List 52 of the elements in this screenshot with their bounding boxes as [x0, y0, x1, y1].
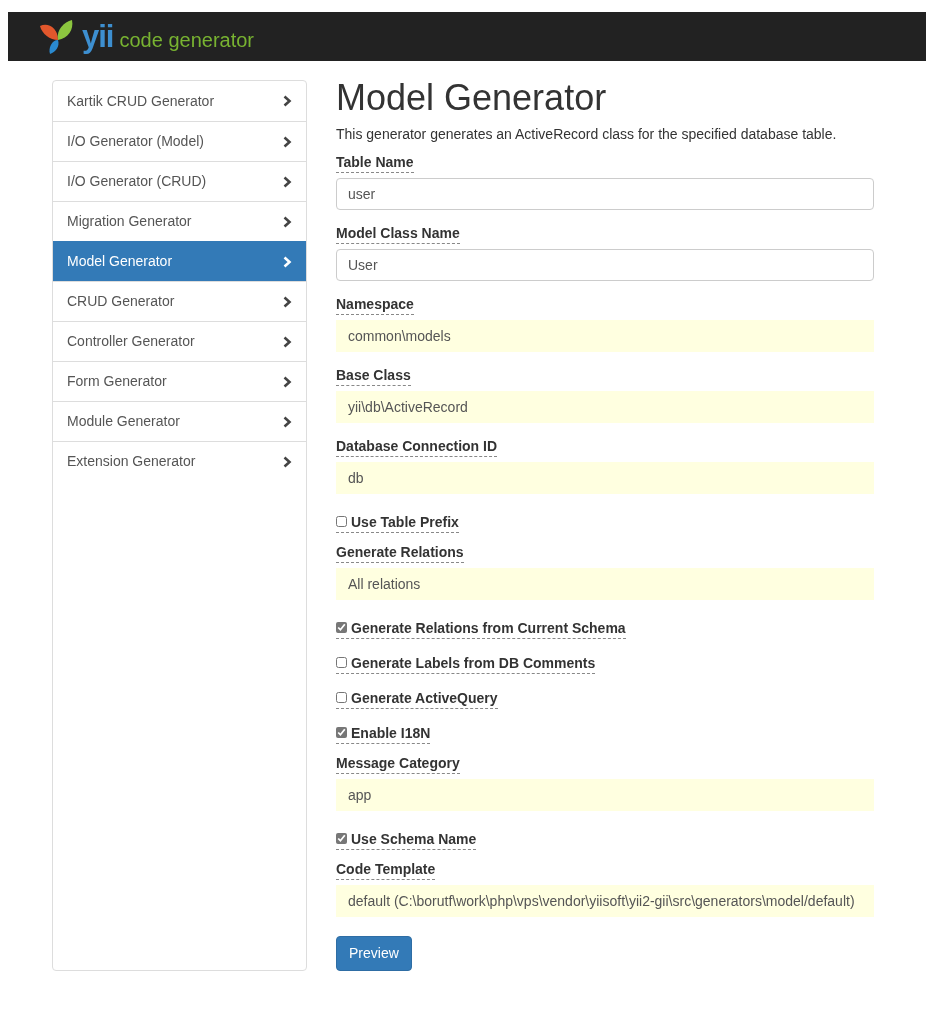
- checkbox[interactable]: [336, 833, 347, 845]
- chevron-icon: [283, 175, 292, 188]
- sidebar-item[interactable]: Extension Generator: [53, 441, 306, 481]
- page-title: Model Generator: [336, 78, 608, 118]
- sidebar-item[interactable]: I/O Generator (Model): [53, 121, 306, 161]
- sidebar-item[interactable]: Kartik CRUD Generator: [53, 81, 306, 121]
- sticky-value: db: [336, 461, 874, 494]
- field-label: Message Category: [336, 752, 460, 774]
- field-label: Model Class Name: [336, 222, 460, 244]
- checkbox-label: Use Schema Name: [351, 829, 477, 849]
- field-label: Namespace: [336, 293, 414, 315]
- sidebar-item[interactable]: Form Generator: [53, 361, 306, 401]
- sticky-value: default (C:\borutf\work\php\vps\vendor\yiisoft\yii2-gii\src\generators\model/default): [336, 884, 874, 917]
- field-label: Generate Relations: [336, 541, 464, 563]
- logo-text: yii: [82, 21, 114, 52]
- chevron-icon: [283, 295, 292, 308]
- checkbox-label: Enable I18N: [351, 723, 431, 743]
- checkbox[interactable]: [336, 692, 347, 704]
- chevron-icon: [283, 215, 292, 228]
- checkbox-label: Use Table Prefix: [351, 512, 459, 532]
- field-label: Database Connection ID: [336, 435, 498, 457]
- field-label: Base Class: [336, 364, 411, 386]
- checkbox[interactable]: [336, 727, 347, 739]
- sidebar-item[interactable]: I/O Generator (CRUD): [53, 161, 306, 201]
- checkbox-label: Generate ActiveQuery: [351, 688, 498, 708]
- chevron-icon: [283, 95, 292, 107]
- sidebar-item[interactable]: Module Generator: [53, 401, 306, 441]
- chevron-icon: [283, 455, 292, 468]
- sticky-value: common\models: [336, 319, 874, 352]
- sticky-value: All relations: [336, 567, 874, 600]
- brand-subtitle: code generator: [119, 29, 254, 50]
- sticky-value: app: [336, 778, 874, 811]
- checkbox-label: Generate Labels from DB Comments: [351, 653, 596, 673]
- sidebar-item[interactable]: CRUD Generator: [53, 281, 306, 321]
- description: This generator generates an ActiveRecord class for the specified database table.: [336, 124, 838, 144]
- checkbox[interactable]: [336, 622, 347, 634]
- chevron-icon: [283, 255, 292, 268]
- checkbox[interactable]: [336, 657, 347, 669]
- chevron-icon: [283, 375, 292, 388]
- sticky-value: yii\db\ActiveRecord: [336, 390, 874, 423]
- preview-button[interactable]: Preview: [336, 935, 412, 971]
- input-field[interactable]: user: [336, 177, 874, 210]
- sidebar-item[interactable]: Controller Generator: [53, 321, 306, 361]
- checkbox-label: Generate Relations from Current Schema: [351, 618, 626, 638]
- input-field[interactable]: User: [336, 248, 874, 281]
- field-label: Code Template: [336, 858, 436, 880]
- chevron-icon: [283, 135, 292, 148]
- checkbox[interactable]: [336, 516, 347, 528]
- chevron-icon: [283, 415, 292, 428]
- field-label: Table Name: [336, 151, 414, 173]
- sidebar-item[interactable]: Model Generator: [53, 241, 306, 281]
- chevron-icon: [283, 335, 292, 348]
